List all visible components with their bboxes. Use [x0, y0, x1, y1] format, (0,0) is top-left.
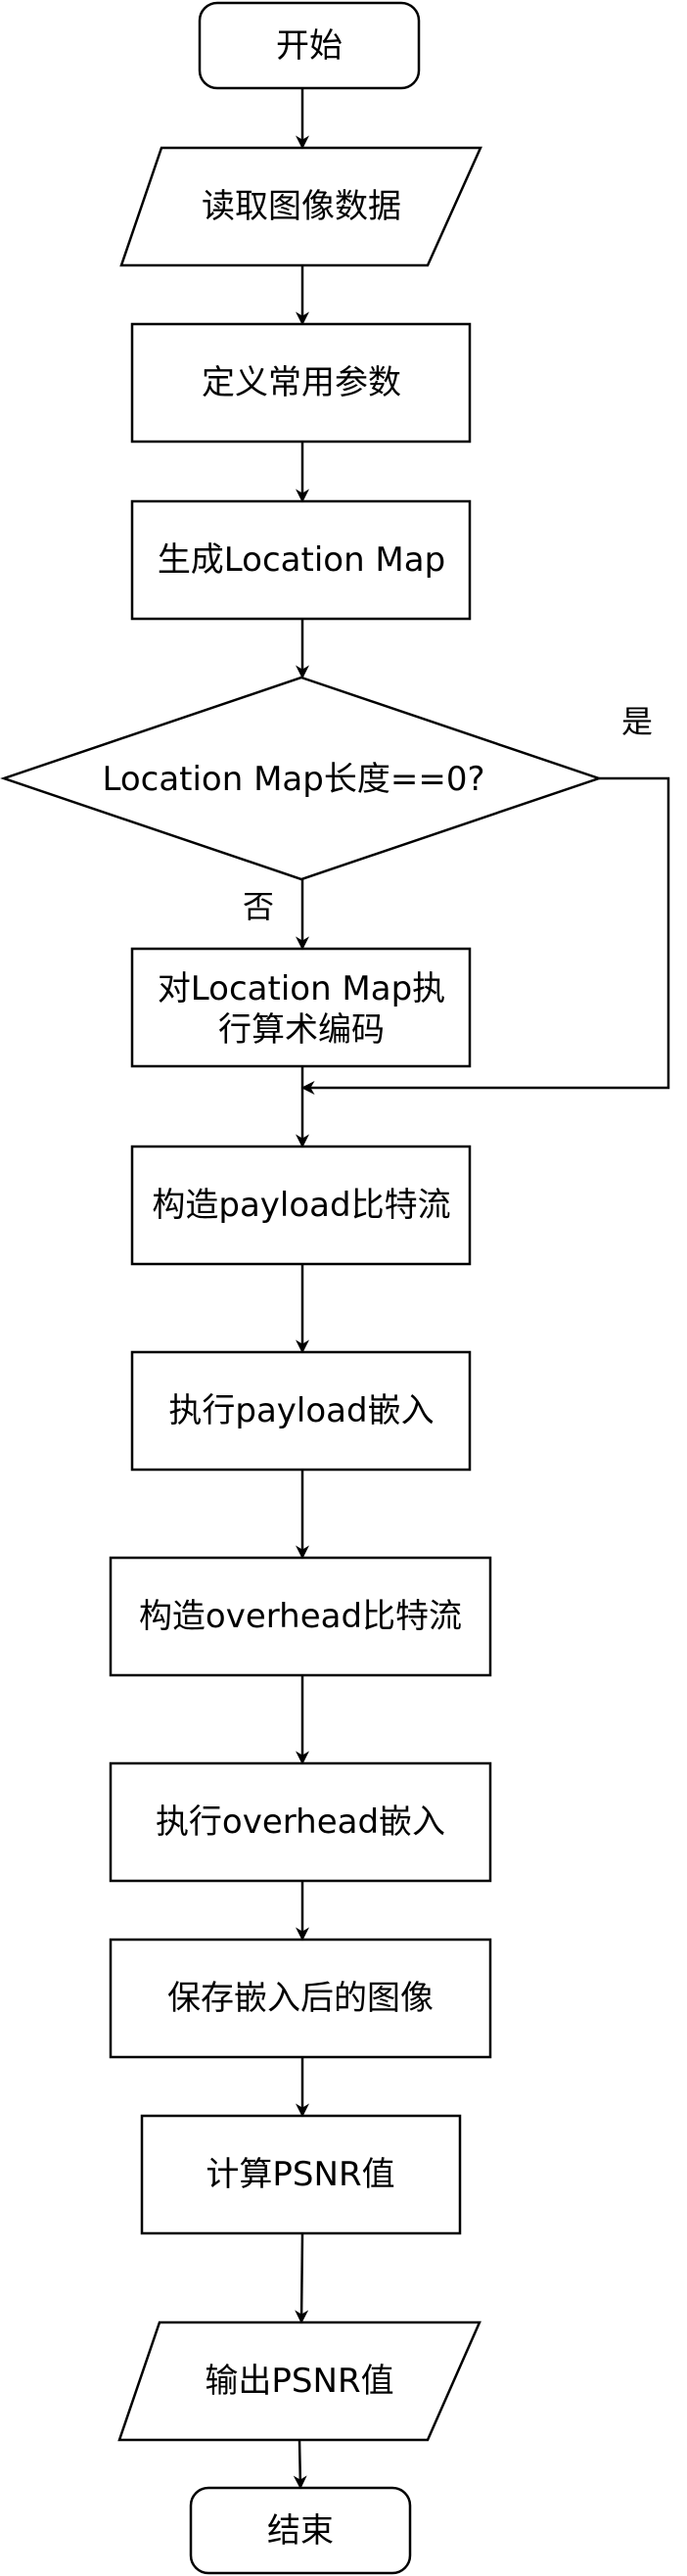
define-params-label: 定义常用参数	[202, 363, 401, 402]
flowchart: 开始 读取图像数据 定义常用参数 生成Location Map Location…	[0, 1, 670, 2575]
build-payload-label: 构造payload比特流	[152, 1186, 450, 1225]
embed-overhead-label: 执行overhead嵌入	[156, 1803, 445, 1842]
edge-output-end	[293, 2439, 307, 2490]
arith-encode-label-line1: 对Location Map执	[158, 969, 445, 1008]
gen-location-map-label: 生成Location Map	[158, 540, 445, 580]
start-label: 开始	[276, 26, 343, 66]
start-node: 开始	[198, 1, 421, 90]
read-image-node: 读取图像数据	[119, 146, 482, 267]
calc-psnr-node: 计算PSNR值	[140, 2114, 462, 2235]
embed-payload-label: 执行payload嵌入	[168, 1391, 434, 1430]
build-overhead-node: 构造overhead比特流	[109, 1556, 492, 1677]
decision-node: Location Map长度==0?	[0, 676, 603, 881]
define-params-node: 定义常用参数	[130, 322, 472, 444]
end-node: 结束	[189, 2486, 412, 2575]
no-label: 否	[243, 888, 274, 925]
yes-label: 是	[621, 703, 653, 740]
edge-calc-output	[295, 2232, 309, 2324]
embed-payload-node: 执行payload嵌入	[130, 1350, 472, 1472]
build-overhead-label: 构造overhead比特流	[139, 1597, 462, 1636]
end-label: 结束	[267, 2511, 334, 2551]
save-image-node: 保存嵌入后的图像	[109, 1938, 492, 2059]
decision-label: Location Map长度==0?	[102, 760, 484, 799]
build-payload-node: 构造payload比特流	[130, 1145, 472, 1266]
gen-location-map-node: 生成Location Map	[130, 499, 472, 621]
embed-overhead-node: 执行overhead嵌入	[109, 1761, 492, 1883]
save-image-label: 保存嵌入后的图像	[167, 1979, 434, 2018]
output-psnr-node: 输出PSNR值	[117, 2320, 481, 2442]
read-image-label: 读取图像数据	[202, 187, 401, 226]
arith-encode-node: 对Location Map执 行算术编码	[130, 947, 472, 1068]
calc-psnr-label: 计算PSNR值	[206, 2155, 394, 2194]
arith-encode-label-line2: 行算术编码	[218, 1010, 385, 1050]
output-psnr-label: 输出PSNR值	[205, 2362, 393, 2401]
